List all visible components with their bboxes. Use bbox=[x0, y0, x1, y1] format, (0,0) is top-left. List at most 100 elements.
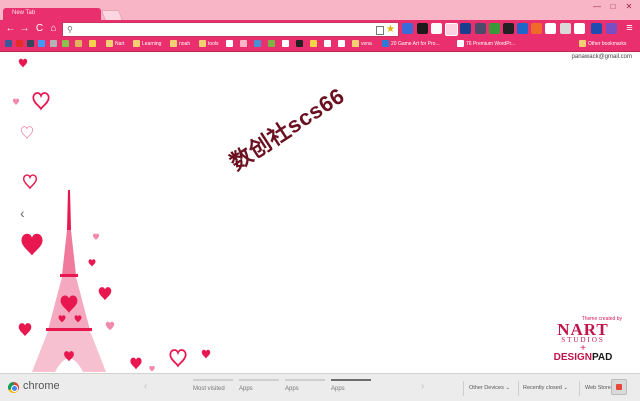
other-devices-menu[interactable]: Other Devices ⌄ bbox=[469, 385, 510, 391]
extension-icon[interactable] bbox=[475, 23, 486, 34]
bookmark-folder-vena[interactable]: vena bbox=[352, 39, 372, 49]
divider bbox=[463, 381, 464, 396]
bookmark-icon[interactable] bbox=[89, 40, 96, 48]
chevron-right-icon[interactable]: › bbox=[421, 381, 424, 392]
eiffel-tower-illustration bbox=[32, 190, 106, 372]
bookmark-folder-noah[interactable]: noah bbox=[170, 39, 190, 49]
facebook-icon[interactable] bbox=[5, 40, 12, 48]
bookmarks-bar: Nart Learning noah tools vena 20 Game Ar… bbox=[0, 37, 640, 52]
bookmark-wordpress[interactable]: 76 Premium WordPr... bbox=[457, 39, 515, 49]
extension-icon[interactable] bbox=[531, 23, 542, 34]
bookmark-folder-nart[interactable]: Nart bbox=[106, 39, 124, 49]
bookmark-icon[interactable] bbox=[226, 40, 233, 48]
page-icon[interactable] bbox=[376, 26, 384, 35]
heart-icon bbox=[88, 259, 96, 267]
folder-icon bbox=[579, 40, 586, 48]
heart-icon bbox=[169, 349, 187, 367]
bookmark-icon[interactable] bbox=[296, 40, 303, 48]
divider bbox=[579, 381, 580, 396]
heart-icon bbox=[22, 174, 38, 189]
recently-closed-menu[interactable]: Recently closed ⌄ bbox=[523, 385, 568, 391]
bookmark-other[interactable]: Other bookmarks bbox=[579, 39, 626, 49]
minimize-button[interactable]: — bbox=[590, 2, 604, 12]
extension-icon[interactable] bbox=[402, 23, 413, 34]
maximize-button[interactable]: □ bbox=[606, 2, 620, 12]
extension-icon[interactable] bbox=[560, 23, 571, 34]
extension-icon[interactable] bbox=[574, 23, 585, 34]
twitter-icon[interactable] bbox=[38, 40, 45, 48]
heart-icon bbox=[149, 365, 155, 372]
toolbar: ← → C ⌂ ⚲ ★ ≡ bbox=[0, 20, 640, 37]
extension-icon[interactable] bbox=[591, 23, 602, 34]
folder-icon bbox=[352, 40, 359, 48]
tab-most-visited[interactable]: Most visited bbox=[193, 379, 233, 397]
heart-icon bbox=[201, 349, 211, 359]
bookmark-game-art[interactable]: 20 Game Art for Pro... bbox=[382, 39, 440, 49]
chevron-left-icon[interactable]: ‹ bbox=[144, 381, 147, 392]
bookmark-icon[interactable] bbox=[268, 40, 275, 48]
tab-title: New Tab bbox=[12, 10, 36, 16]
folder-icon bbox=[106, 40, 113, 48]
tab-apps-2[interactable]: Apps bbox=[285, 379, 325, 397]
bookmark-icon bbox=[382, 40, 389, 48]
youtube-icon[interactable] bbox=[16, 40, 23, 48]
bookmark-icon[interactable] bbox=[50, 40, 57, 48]
home-button[interactable]: ⌂ bbox=[48, 23, 59, 34]
heart-icon bbox=[18, 58, 28, 68]
bookmark-folder-learning[interactable]: Learning bbox=[133, 39, 161, 49]
chrome-logo-icon bbox=[8, 382, 19, 393]
bookmark-icon[interactable] bbox=[62, 40, 69, 48]
bookmark-icon[interactable] bbox=[282, 40, 289, 48]
bookmark-icon[interactable] bbox=[310, 40, 317, 48]
heart-icon bbox=[43, 356, 53, 366]
extension-icon[interactable] bbox=[460, 23, 471, 34]
search-icon: ⚲ bbox=[67, 25, 73, 34]
chrome-wordmark: chrome bbox=[23, 380, 60, 392]
back-button[interactable]: ← bbox=[5, 23, 16, 34]
extension-icon[interactable] bbox=[417, 23, 428, 34]
tumblr-icon[interactable] bbox=[27, 40, 34, 48]
account-email[interactable]: panawack@gmail.com bbox=[572, 54, 632, 60]
tab-strip: New Tab — □ ✕ bbox=[0, 0, 640, 21]
bookmark-icon bbox=[457, 40, 464, 48]
prev-page-arrow[interactable]: ‹ bbox=[20, 205, 25, 221]
bookmark-icon[interactable] bbox=[338, 40, 345, 48]
extension-icon[interactable] bbox=[445, 23, 458, 36]
heart-icon bbox=[18, 323, 32, 337]
extension-icon[interactable] bbox=[489, 23, 500, 34]
folder-icon bbox=[199, 40, 206, 48]
nart-logo: NART bbox=[557, 320, 609, 339]
reload-button[interactable]: C bbox=[34, 23, 45, 34]
bookmark-icon[interactable] bbox=[240, 40, 247, 48]
ntp-footer: chrome ‹ Most visited Apps Apps Apps › O… bbox=[0, 373, 640, 401]
bookmark-icon[interactable] bbox=[324, 40, 331, 48]
extension-icon[interactable] bbox=[517, 23, 528, 34]
extension-icon[interactable] bbox=[503, 23, 514, 34]
divider bbox=[518, 381, 519, 396]
extension-icon[interactable] bbox=[545, 23, 556, 34]
bookmark-folder-tools[interactable]: tools bbox=[199, 39, 219, 49]
extension-icon[interactable] bbox=[431, 23, 442, 34]
close-button[interactable]: ✕ bbox=[622, 2, 636, 12]
heart-icon bbox=[32, 92, 50, 110]
heart-icon bbox=[92, 233, 100, 241]
designpad-logo: DESIGNPAD bbox=[553, 352, 613, 363]
tab-apps-1[interactable]: Apps bbox=[239, 379, 279, 397]
tab-apps-3[interactable]: Apps bbox=[331, 379, 371, 397]
web-store-icon[interactable] bbox=[611, 379, 627, 395]
menu-icon[interactable]: ≡ bbox=[624, 23, 635, 34]
forward-button[interactable]: → bbox=[19, 23, 30, 34]
heart-icon bbox=[20, 126, 33, 139]
heart-icon bbox=[105, 321, 115, 331]
heart-icon bbox=[12, 98, 20, 106]
address-bar[interactable]: ⚲ ★ bbox=[62, 22, 399, 37]
bookmark-icon[interactable] bbox=[254, 40, 261, 48]
bookmark-icon[interactable] bbox=[75, 40, 82, 48]
folder-icon bbox=[133, 40, 140, 48]
web-store-link[interactable]: Web Store bbox=[585, 385, 611, 391]
theme-credit: Theme created by NART STUDIOS + DESIGNPA… bbox=[538, 316, 628, 363]
extension-icon[interactable] bbox=[606, 23, 617, 34]
folder-icon bbox=[170, 40, 177, 48]
bookmark-star-icon[interactable]: ★ bbox=[386, 23, 395, 36]
watermark-text: 数创社scs66 bbox=[225, 82, 349, 176]
